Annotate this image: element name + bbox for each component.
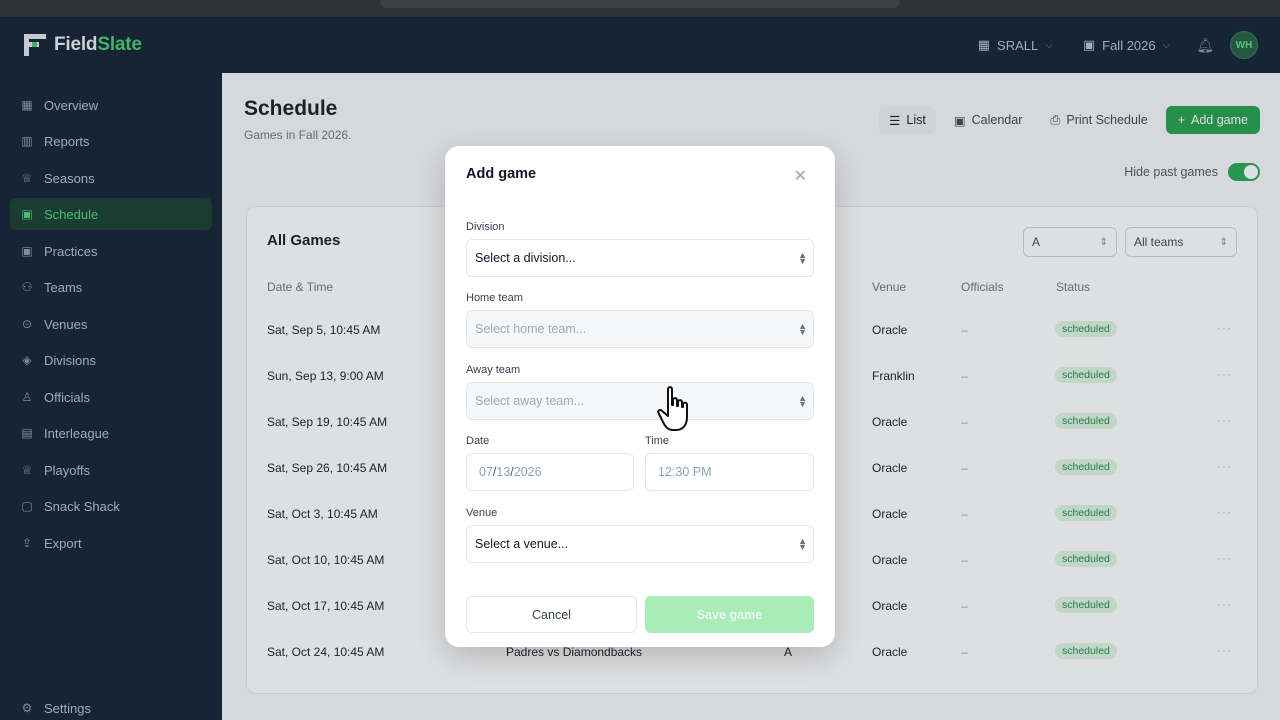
dialog-title: Add game [466,166,537,182]
chevron-updown-icon: ▲ ▼ [798,536,807,552]
hand-cursor-icon [657,386,688,431]
close-icon[interactable]: ✕ [794,166,807,186]
save-game-button[interactable]: Save game [645,596,814,633]
time-field[interactable]: 12:30 PM [645,453,814,491]
chevron-updown-icon: ▲ ▼ [798,250,807,266]
chevron-updown-icon: ▲ ▼ [798,321,807,337]
cancel-button[interactable]: Cancel [466,596,637,633]
venue-label: Venue [466,507,498,519]
add-game-dialog: Add game ✕ Division Select a division...… [445,146,835,647]
home-team-label: Home team [466,292,523,304]
home-team-select[interactable]: Select home team... ▲ ▼ [466,310,814,348]
date-label: Date [466,435,490,447]
time-label: Time [645,435,670,447]
away-team-select[interactable]: Select away team... ▲ ▼ [466,382,814,420]
division-select[interactable]: Select a division... ▲ ▼ [466,239,814,277]
away-team-label: Away team [466,364,521,376]
division-label: Division [466,221,505,233]
venue-select[interactable]: Select a venue... ▲ ▼ [466,525,814,563]
chevron-updown-icon: ▲ ▼ [798,393,807,409]
date-field[interactable]: 07/13/2026 [466,453,634,491]
